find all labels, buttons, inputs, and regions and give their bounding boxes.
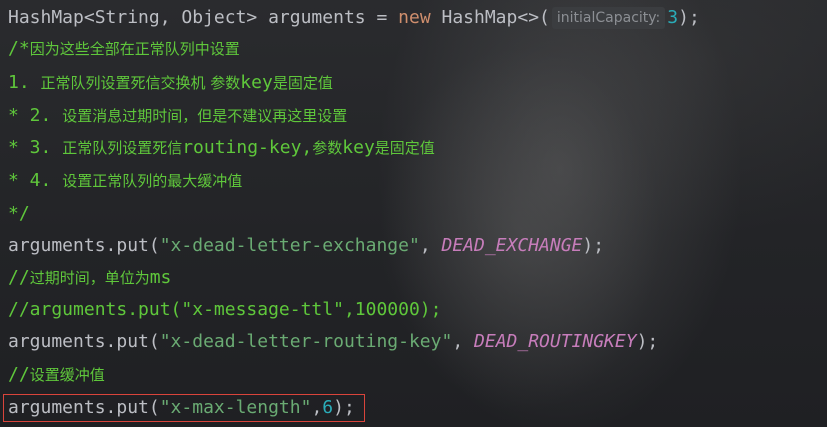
method-call: arguments.put(: [8, 331, 160, 352]
code-line-8: arguments.put("x-dead-letter-exchange", …: [8, 231, 604, 261]
highlight-box: [3, 394, 365, 422]
comment-open: /*: [8, 38, 30, 59]
comment-prefix: 1.: [8, 72, 41, 93]
code-line-1: HashMap<String, Object> arguments = new …: [8, 3, 700, 33]
code-line-3: 1. 正常队列设置死信交换机 参数key是固定值: [8, 68, 333, 98]
comment-close: */: [8, 203, 30, 224]
separator: ,: [419, 235, 442, 256]
comment-text: 是固定值: [374, 139, 435, 157]
comment-text: 因为这些全部在正常队列中设置: [29, 40, 240, 58]
string-literal: "x-dead-letter-exchange": [159, 235, 420, 256]
parameter-hint-label: initialCapacity:: [556, 10, 661, 26]
constant-reference: DEAD_ROUTINGKEY: [474, 331, 637, 352]
separator: ,: [452, 331, 475, 352]
constructor-call: HashMap<>(: [430, 7, 550, 28]
comment-text: 是固定值: [272, 74, 333, 92]
keyword-new: new: [398, 7, 431, 28]
string-literal: "x-dead-letter-routing-key": [159, 331, 453, 352]
parameter-hint-value: 3: [667, 7, 679, 28]
method-call: arguments.put(: [8, 235, 160, 256]
commented-code: //arguments.put("x-message-ttl",100000);: [8, 299, 442, 320]
comment-text: 设置消息过期时间，但是不建议再这里设置: [62, 107, 348, 125]
constant-reference: DEAD_EXCHANGE: [441, 235, 583, 256]
code-editor[interactable]: HashMap<String, Object> arguments = new …: [0, 0, 827, 427]
statement-end: );: [678, 7, 700, 28]
code-line-12: //设置缓冲值: [8, 360, 105, 390]
parameter-hint: initialCapacity:: [551, 7, 666, 29]
comment-keyword: key: [342, 137, 375, 158]
code-line-4: * 2. 设置消息过期时间，但是不建议再这里设置: [8, 101, 347, 131]
comment-text: 过期时间，单位为: [29, 269, 150, 287]
comment-prefix: * 3.: [8, 137, 63, 158]
code-line-5: * 3. 正常队列设置死信routing-key,参数key是固定值: [8, 133, 435, 163]
comment-slash: //: [8, 364, 30, 385]
comment-keyword: routing-key,: [182, 137, 313, 158]
code-line-9: //过期时间，单位为ms: [8, 263, 171, 293]
comment-text: 设置缓冲值: [29, 366, 105, 384]
code-line-2: /*因为这些全部在正常队列中设置: [8, 34, 240, 64]
statement-end: );: [582, 235, 605, 256]
type-declaration: HashMap<String, Object> arguments =: [8, 7, 399, 28]
comment-prefix: * 2.: [8, 105, 63, 126]
comment-text: 正常队列设置死信: [62, 139, 183, 157]
comment-prefix: * 4.: [8, 170, 63, 191]
comment-keyword: key: [240, 72, 273, 93]
comment-unit: ms: [149, 267, 172, 288]
comment-text: 参数: [312, 139, 343, 157]
code-line-7: */: [8, 199, 30, 229]
comment-text: 设置正常队列的最大缓冲值: [62, 172, 243, 190]
code-line-10: //arguments.put("x-message-ttl",100000);: [8, 295, 441, 325]
comment-slash: //: [8, 267, 30, 288]
code-line-6: * 4. 设置正常队列的最大缓冲值: [8, 166, 242, 196]
comment-text: 正常队列设置死信交换机 参数: [40, 74, 241, 92]
statement-end: );: [636, 331, 659, 352]
code-line-11: arguments.put("x-dead-letter-routing-key…: [8, 327, 658, 357]
